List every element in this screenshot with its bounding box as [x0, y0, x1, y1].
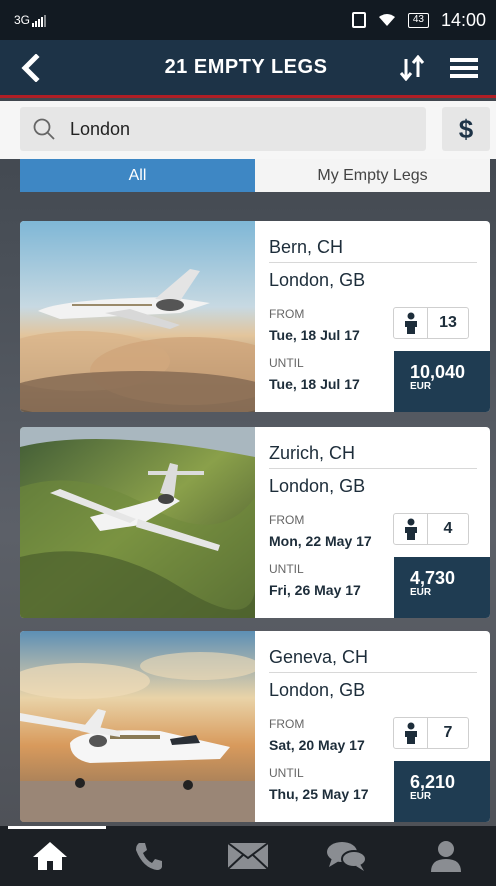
until-label: UNTIL [269, 562, 304, 576]
battery-icon: 43 [407, 12, 429, 28]
nav-home[interactable] [0, 826, 99, 886]
until-label: UNTIL [269, 766, 304, 780]
sort-button[interactable] [392, 48, 432, 88]
wifi-icon [378, 14, 395, 26]
from-label: FROM [269, 307, 305, 321]
seats-count: 4 [443, 520, 453, 537]
price-currency: EUR [410, 587, 432, 598]
page-title: 21 EMPTY LEGS [164, 56, 328, 78]
empty-leg-card[interactable]: Bern, CH London, GB FROM Tue, 18 Jul 17 … [20, 221, 490, 412]
jet-image [20, 427, 255, 618]
currency-button[interactable]: $ [442, 107, 490, 151]
destination-city: London, GB [269, 680, 366, 700]
app-header: 21 EMPTY LEGS [0, 40, 496, 98]
seats-badge: 7 [393, 717, 469, 749]
seats-badge: 13 [393, 307, 469, 339]
user-icon [431, 841, 462, 872]
until-label: UNTIL [269, 356, 304, 370]
price-currency: EUR [410, 381, 432, 392]
nav-profile[interactable] [397, 826, 496, 886]
tab-all[interactable]: All [20, 159, 255, 192]
signal-icon [32, 15, 47, 27]
from-date: Mon, 22 May 17 [269, 533, 372, 549]
tab-my-empty-legs[interactable]: My Empty Legs [255, 159, 490, 192]
network-type: 3G [14, 13, 31, 27]
search-icon [33, 118, 55, 140]
jet-image [20, 221, 255, 412]
filter-tabs: All My Empty Legs [20, 159, 490, 192]
sort-icon [399, 54, 425, 81]
active-tab-indicator [8, 826, 106, 829]
seats-count: 7 [443, 724, 453, 741]
status-bar: 3G 43 14:00 [0, 0, 496, 40]
nav-phone[interactable] [99, 826, 198, 886]
bottom-nav [0, 826, 496, 886]
seats-badge: 4 [393, 513, 469, 545]
search-input[interactable] [70, 118, 390, 140]
price-amount: 10,040 [410, 362, 466, 382]
from-date: Sat, 20 May 17 [269, 737, 365, 753]
origin-city: Bern, CH [269, 237, 477, 263]
price-tag: 10,040 EUR [394, 351, 490, 412]
until-date: Thu, 25 May 17 [269, 786, 369, 802]
vibrate-icon [351, 12, 366, 28]
hamburger-menu-icon [450, 57, 478, 78]
until-date: Tue, 18 Jul 17 [269, 376, 360, 392]
jet-image [20, 631, 255, 822]
from-label: FROM [269, 513, 305, 527]
phone-icon [135, 843, 162, 870]
until-date: Fri, 26 May 17 [269, 582, 361, 598]
from-label: FROM [269, 717, 305, 731]
price-tag: 6,210 EUR [394, 761, 490, 822]
nav-chat[interactable] [298, 826, 397, 886]
search-row: $ [0, 101, 496, 159]
origin-city: Geneva, CH [269, 647, 477, 673]
chat-icon [327, 842, 368, 871]
clock: 14:00 [440, 9, 486, 30]
person-icon [394, 514, 428, 544]
home-icon [32, 842, 67, 870]
destination-city: London, GB [269, 270, 366, 290]
price-currency: EUR [410, 791, 432, 802]
empty-leg-card[interactable]: Zurich, CH London, GB FROM Mon, 22 May 1… [20, 427, 490, 618]
price-amount: 6,210 [410, 772, 456, 792]
person-icon [394, 308, 428, 338]
person-icon [394, 718, 428, 748]
nav-mail[interactable] [198, 826, 297, 886]
origin-city: Zurich, CH [269, 443, 477, 469]
from-date: Tue, 18 Jul 17 [269, 327, 360, 343]
back-button[interactable] [0, 39, 60, 97]
price-tag: 4,730 EUR [394, 557, 490, 618]
menu-button[interactable] [444, 48, 484, 88]
empty-leg-card[interactable]: Geneva, CH London, GB FROM Sat, 20 May 1… [20, 631, 490, 822]
chevron-left-icon [21, 53, 40, 82]
signal-indicator: 3G [14, 13, 47, 27]
search-box[interactable] [20, 107, 426, 151]
mail-icon [227, 842, 269, 870]
price-amount: 4,730 [410, 568, 456, 588]
seats-count: 13 [439, 314, 457, 331]
destination-city: London, GB [269, 476, 366, 496]
